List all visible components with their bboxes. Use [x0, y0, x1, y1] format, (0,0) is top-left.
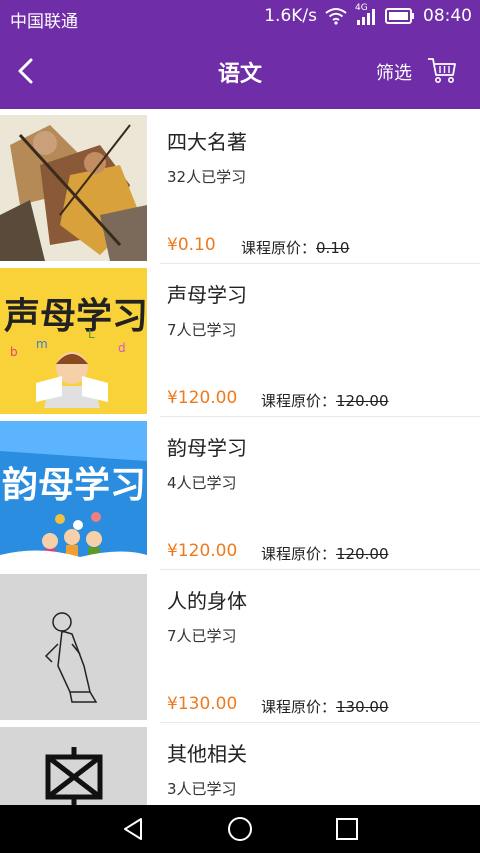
learner-count: 3人已学习: [167, 780, 237, 798]
pinyin-finals-illustration: 韵母学习: [0, 421, 147, 567]
home-circle-icon[interactable]: [226, 815, 254, 843]
knot-pattern-illustration: [0, 727, 147, 805]
carrier-name: 中国联通: [10, 12, 78, 32]
status-bar: 中国联通 1.6K/s 4G 08:40: [0, 0, 480, 34]
course-thumbnail: [0, 115, 147, 261]
original-price-value: 0.10: [316, 239, 350, 257]
original-price-label: 课程原价：: [261, 392, 337, 410]
original-price-value: 120.00: [336, 545, 389, 563]
course-price: ¥120.00: [167, 541, 238, 561]
original-price-label: 课程原价：: [241, 239, 317, 257]
course-title: 四大名著: [167, 130, 247, 154]
battery-icon: [385, 8, 414, 24]
original-price: 课程原价：120.00: [261, 543, 389, 564]
course-item[interactable]: 声母学习 b m L d 声母学习 7人已学习 ¥120.00 课程原价：120…: [0, 264, 480, 417]
original-price-value: 130.00: [336, 698, 389, 716]
human-figure-illustration: [0, 574, 147, 720]
original-price: 课程原价：130.00: [261, 696, 389, 717]
back-triangle-icon[interactable]: [119, 815, 147, 843]
original-price: 课程原价：120.00: [261, 390, 389, 411]
course-thumbnail: 韵母学习: [0, 421, 147, 567]
shopping-cart-icon[interactable]: [426, 54, 458, 86]
network-speed: 1.6K/s: [264, 6, 317, 26]
course-thumbnail: [0, 727, 147, 805]
original-price: 课程原价：0.10: [241, 237, 349, 258]
learner-count: 7人已学习: [167, 627, 237, 645]
course-item[interactable]: 人的身体 7人已学习 ¥130.00 课程原价：130.00: [0, 570, 480, 723]
wifi-icon: [325, 8, 347, 25]
course-title: 声母学习: [167, 283, 247, 307]
warriors-illustration: [0, 115, 147, 261]
app-header: 语文 筛选: [0, 34, 480, 109]
original-price-label: 课程原价：: [261, 698, 337, 716]
recents-square-icon[interactable]: [333, 815, 361, 843]
signal-icon: [357, 9, 375, 25]
thumbnail-text: 韵母学习: [2, 464, 146, 506]
course-title: 韵母学习: [167, 436, 247, 460]
svg-text:L: L: [88, 327, 95, 341]
signal-indicator: 4G: [355, 3, 377, 26]
course-list: 四大名著 32人已学习 ¥0.10 课程原价：0.10 声母学习 b m L d: [0, 111, 480, 805]
course-thumbnail: [0, 574, 147, 720]
pinyin-initials-illustration: 声母学习 b m L d: [0, 268, 147, 414]
original-price-value: 120.00: [336, 392, 389, 410]
original-price-label: 课程原价：: [261, 545, 337, 563]
course-thumbnail: 声母学习 b m L d: [0, 268, 147, 414]
course-title: 其他相关: [167, 742, 247, 766]
course-title: 人的身体: [167, 589, 247, 613]
learner-count: 7人已学习: [167, 321, 237, 339]
course-price: ¥120.00: [167, 388, 238, 408]
status-indicators: 1.6K/s 4G 08:40: [264, 3, 472, 26]
svg-text:d: d: [118, 341, 126, 355]
learner-count: 32人已学习: [167, 168, 247, 186]
thumbnail-text: 声母学习: [4, 295, 147, 337]
clock: 08:40: [423, 6, 472, 26]
course-price: ¥130.00: [167, 694, 238, 714]
course-item[interactable]: 韵母学习 韵母学习 4人已学习 ¥120.00 课程原价：120.00: [0, 417, 480, 570]
svg-text:b: b: [10, 345, 18, 359]
course-item[interactable]: 四大名著 32人已学习 ¥0.10 课程原价：0.10: [0, 111, 480, 264]
svg-text:m: m: [36, 337, 48, 351]
learner-count: 4人已学习: [167, 474, 237, 492]
system-nav-bar: [0, 805, 480, 853]
course-price: ¥0.10: [167, 235, 216, 255]
filter-button[interactable]: 筛选: [376, 59, 412, 85]
course-item[interactable]: 其他相关 3人已学习: [0, 723, 480, 805]
